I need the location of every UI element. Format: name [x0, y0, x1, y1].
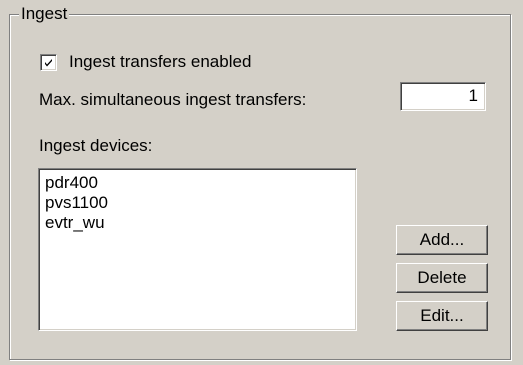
list-item[interactable]: pdr400 [45, 173, 350, 193]
edit-device-button[interactable]: Edit... [396, 301, 488, 331]
ingest-devices-list[interactable]: pdr400 pvs1100 evtr_wu [38, 168, 357, 331]
checkmark-icon [45, 59, 52, 67]
max-transfers-label: Max. simultaneous ingest transfers: [39, 90, 307, 109]
list-item[interactable]: evtr_wu [45, 213, 350, 233]
ingest-group-title: Ingest [19, 3, 70, 25]
add-device-button[interactable]: Add... [396, 225, 488, 255]
ingest-devices-label: Ingest devices: [39, 136, 153, 155]
ingest-enabled-label[interactable]: Ingest transfers enabled [69, 51, 251, 73]
ingest-enabled-checkbox[interactable] [40, 54, 57, 71]
max-transfers-input[interactable]: 1 [400, 82, 486, 111]
delete-device-button[interactable]: Delete [396, 263, 488, 293]
list-item[interactable]: pvs1100 [45, 193, 350, 213]
